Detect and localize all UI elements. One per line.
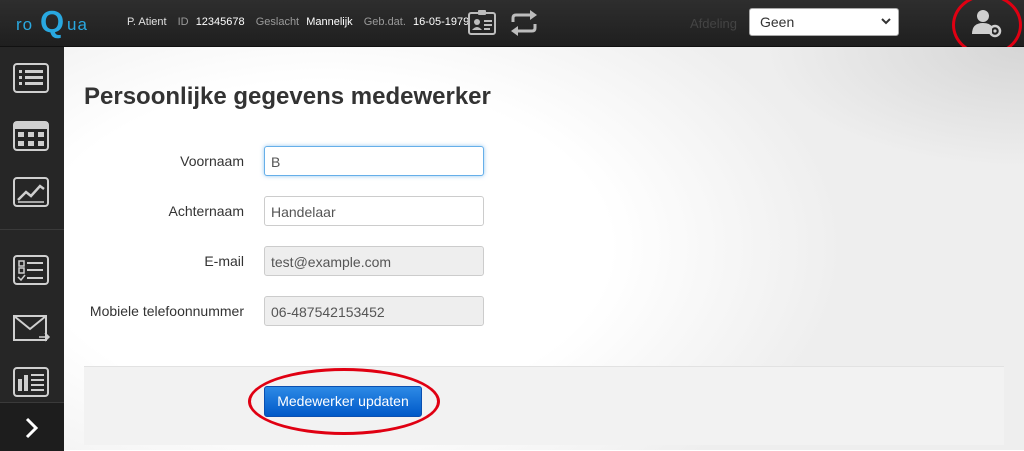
first-name-label: Voornaam <box>180 153 244 169</box>
form-actions: Medewerker updaten <box>84 366 1004 445</box>
department-selected-value: Geen <box>760 14 795 30</box>
sidebar-item-list[interactable] <box>0 51 64 107</box>
sidebar-expand-button[interactable] <box>0 402 64 451</box>
chart-icon <box>13 177 49 207</box>
department-label: Afdeling <box>690 16 737 31</box>
highlight-circle-button <box>248 368 440 435</box>
last-name-input[interactable]: Handelaar <box>264 196 484 226</box>
page-title: Persoonlijke gegevens medewerker <box>84 83 491 110</box>
sidebar <box>0 47 64 451</box>
logo-text-q: Q <box>40 4 65 39</box>
top-bar: ro Q ua P. Atient ID 12345678 Geslacht M… <box>0 0 1024 47</box>
department-select[interactable]: Geen <box>749 8 899 36</box>
patient-gender-label: Geslacht <box>255 16 300 28</box>
main-content: Persoonlijke gegevens medewerker Voornaa… <box>64 47 1024 450</box>
mobile-input[interactable]: 06-487542153452 <box>264 296 484 326</box>
sidebar-item-calendar[interactable] <box>0 107 64 163</box>
calendar-icon <box>13 121 49 151</box>
dashboard-list-icon <box>13 63 49 93</box>
background-shade <box>584 47 1024 247</box>
patient-id-value: 12345678 <box>195 16 245 28</box>
sidebar-divider <box>0 229 64 230</box>
chevron-right-icon <box>25 417 39 439</box>
sidebar-item-charts[interactable] <box>0 165 64 221</box>
mail-icon <box>13 315 51 342</box>
patient-name: P. Atient <box>127 16 167 28</box>
first-name-input[interactable]: B <box>264 146 484 176</box>
chevron-down-icon <box>880 14 892 31</box>
logo-text-right: ua <box>67 15 88 34</box>
roqua-logo[interactable]: ro Q ua <box>16 4 106 39</box>
patient-dob-value: 16-05-1979 <box>412 16 470 28</box>
checklist-icon <box>13 255 49 285</box>
sidebar-item-questionnaires[interactable] <box>0 243 64 299</box>
mobile-label: Mobiele telefoonnummer <box>89 303 244 319</box>
last-name-label: Achternaam <box>168 203 244 219</box>
sidebar-item-messages[interactable] <box>0 301 64 357</box>
email-input[interactable]: test@example.com <box>264 246 484 276</box>
patient-id-label: ID <box>177 16 189 28</box>
patient-dob-label: Geb.dat. <box>363 16 406 28</box>
patient-gender-value: Mannelijk <box>306 16 353 28</box>
patient-card-icon[interactable] <box>467 9 497 37</box>
email-label: E-mail <box>204 253 244 269</box>
switch-patient-icon[interactable] <box>509 9 539 37</box>
report-icon <box>13 367 49 397</box>
logo-text-left: ro <box>16 15 34 34</box>
patient-info: P. Atient ID 12345678 Geslacht Mannelijk… <box>127 16 469 28</box>
